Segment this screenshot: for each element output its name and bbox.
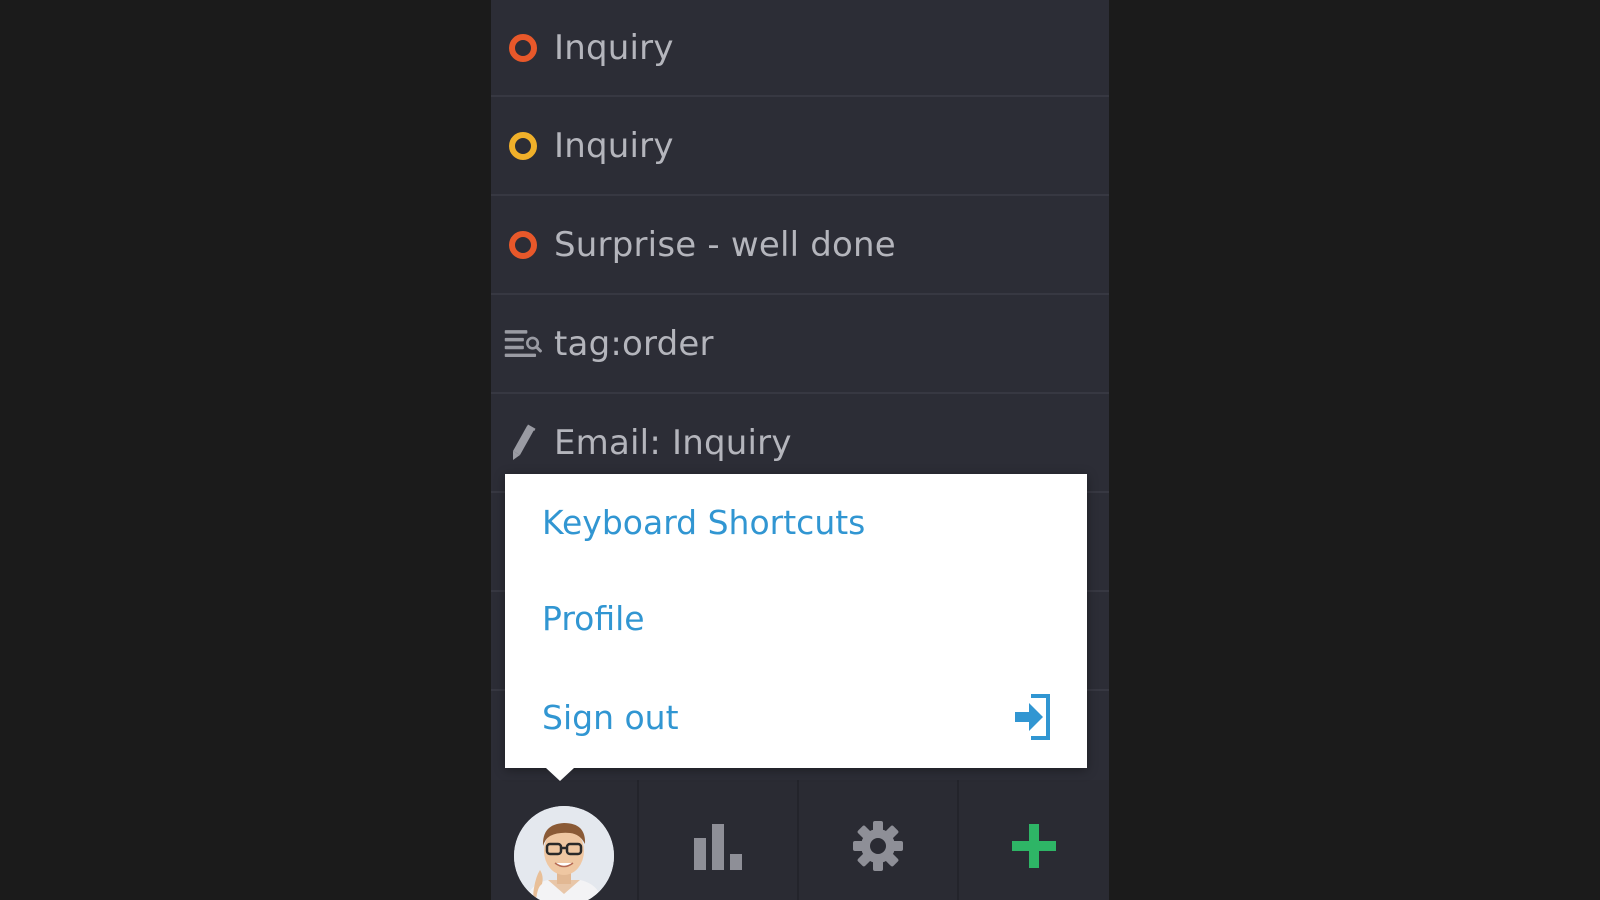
user-avatar-button[interactable] [491,780,639,900]
list-item-label: Surprise - well done [554,224,896,265]
bar-chart-icon [692,820,744,876]
orange-ring-icon [503,28,543,68]
list-item[interactable]: Inquiry [491,97,1109,196]
popup-caret [546,768,574,781]
list-item[interactable]: Inquiry [491,0,1109,97]
sign-out-menu-item[interactable]: Sign out [505,666,1087,768]
orange-ring-icon [503,225,543,265]
search-list-icon [503,324,543,364]
pencil-icon [503,423,543,463]
gear-icon [852,820,904,876]
statistics-button[interactable] [639,780,799,900]
user-menu-popup: Keyboard Shortcuts Profile Sign out [505,474,1087,768]
settings-button[interactable] [799,780,959,900]
menu-item-label: Keyboard Shortcuts [542,502,866,542]
keyboard-shortcuts-menu-item[interactable]: Keyboard Shortcuts [505,474,1087,570]
list-item[interactable]: Surprise - well done [491,196,1109,295]
plus-icon [1011,823,1057,873]
bottom-toolbar [491,780,1109,900]
list-item-label: Inquiry [554,125,674,166]
avatar [514,806,614,900]
yellow-ring-icon [503,126,543,166]
sign-out-icon [1013,693,1053,741]
list-item-label: Inquiry [554,27,674,68]
menu-item-label: Sign out [542,697,679,737]
list-item-label: Email: Inquiry [554,422,792,463]
list-item[interactable]: tag:order [491,295,1109,394]
menu-item-label: Profile [542,598,645,638]
list-item-label: tag:order [554,323,714,364]
new-button[interactable] [959,780,1109,900]
profile-menu-item[interactable]: Profile [505,570,1087,666]
